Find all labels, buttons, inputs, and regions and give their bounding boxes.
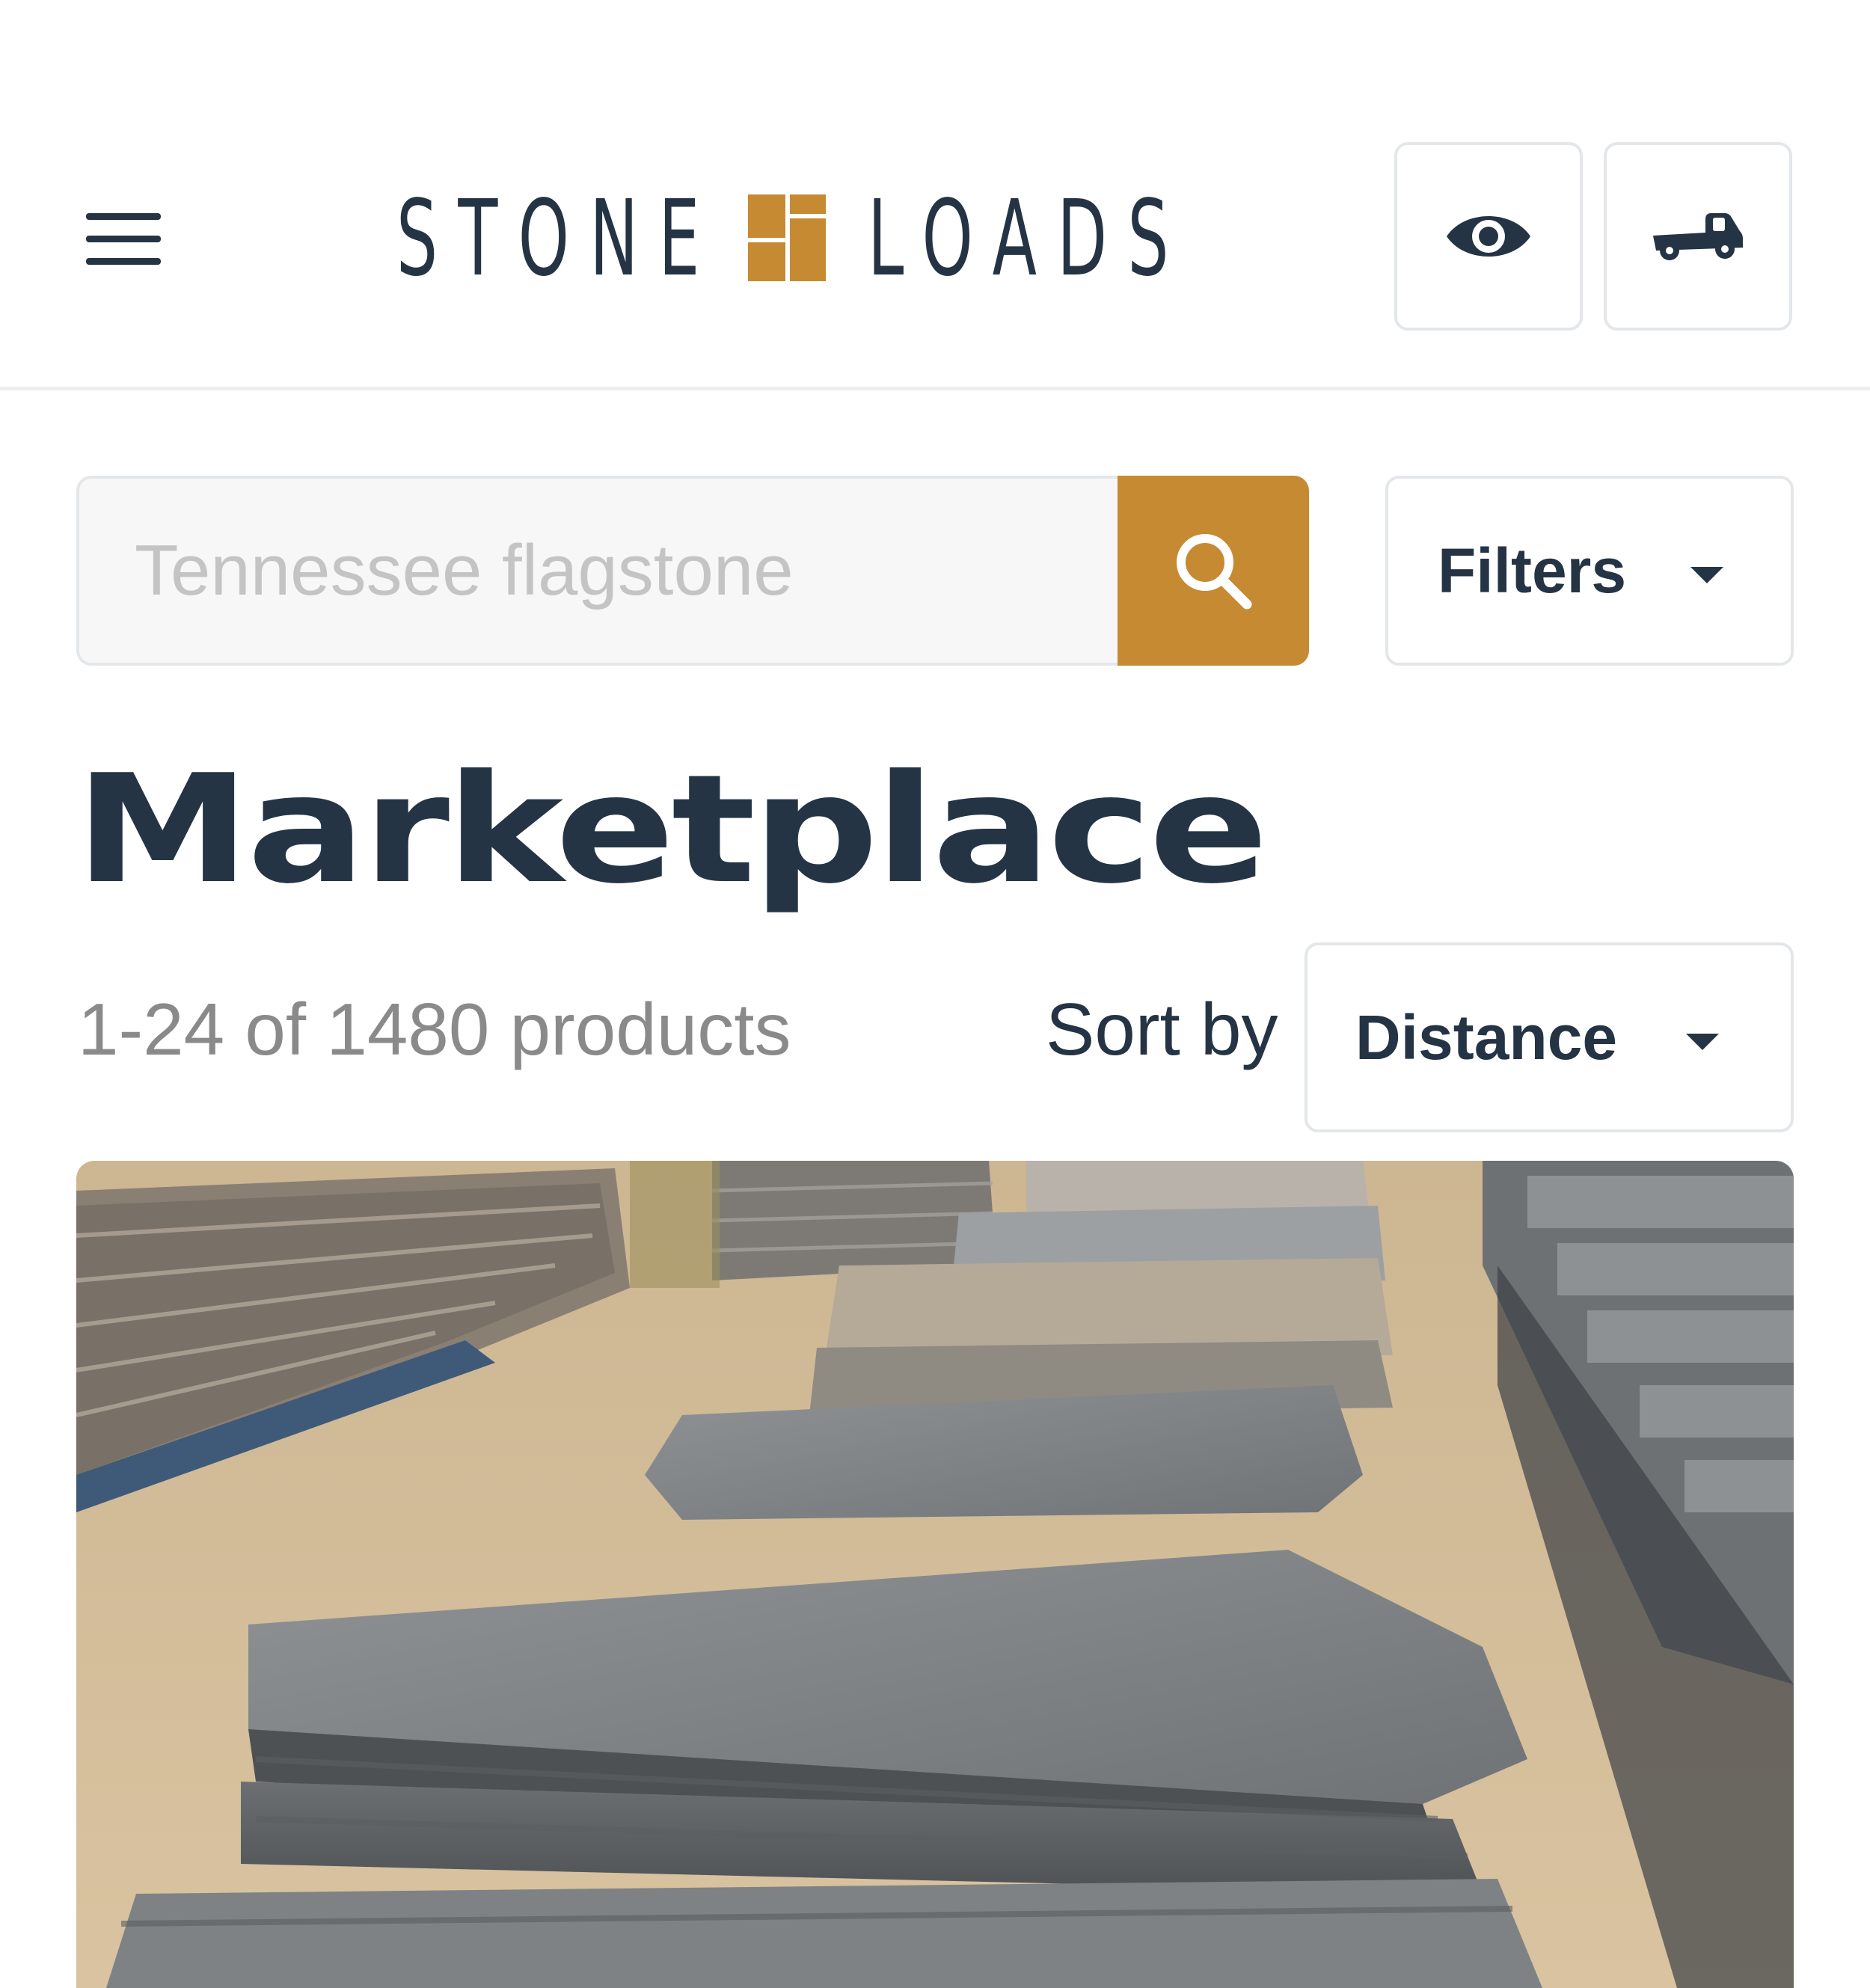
sort-dropdown[interactable]: Distance bbox=[1305, 942, 1794, 1132]
truck-icon bbox=[1653, 213, 1743, 260]
chevron-down-icon bbox=[1690, 567, 1723, 583]
stoneloads-logo[interactable]: STONE LOADS bbox=[396, 187, 1174, 292]
page-title: Marketplace bbox=[75, 743, 1269, 917]
top-navigation-bar: STONE LOADS bbox=[0, 0, 1870, 390]
search-icon bbox=[1177, 534, 1252, 610]
sort-label: Sort by bbox=[1046, 988, 1278, 1070]
search-bar bbox=[76, 476, 1309, 666]
stone-pallets-photo bbox=[76, 1161, 1794, 1988]
logo-text-loads: LOADS bbox=[868, 178, 1189, 300]
hamburger-menu-icon[interactable] bbox=[75, 202, 172, 277]
logo-mark-icon bbox=[748, 194, 826, 281]
filters-label: Filters bbox=[1438, 535, 1627, 606]
filters-dropdown-button[interactable]: Filters bbox=[1385, 476, 1794, 666]
sort-selected-value: Distance bbox=[1355, 1001, 1618, 1073]
product-card-image[interactable] bbox=[76, 1161, 1794, 1988]
logo-text-stone: STONE bbox=[396, 178, 720, 300]
chevron-down-icon bbox=[1686, 1034, 1719, 1050]
result-count: 1-24 of 1480 products bbox=[78, 988, 791, 1070]
search-button[interactable] bbox=[1118, 476, 1309, 666]
delivery-button[interactable] bbox=[1604, 142, 1792, 331]
eye-icon bbox=[1447, 216, 1530, 257]
watchlist-button[interactable] bbox=[1394, 142, 1583, 331]
search-input[interactable] bbox=[76, 476, 1118, 666]
